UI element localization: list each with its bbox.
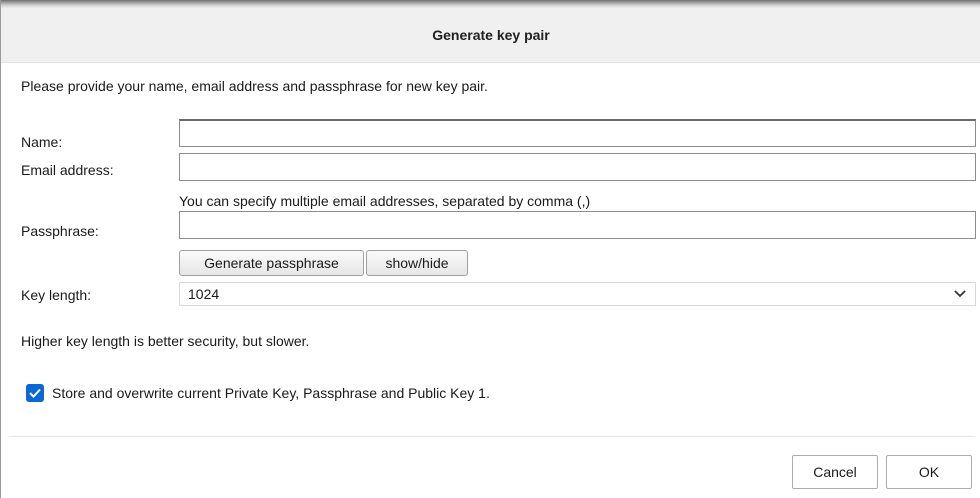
generate-key-pair-dialog: Generate key pair Please provide your na… — [0, 0, 980, 498]
name-field[interactable] — [179, 119, 976, 147]
key-length-select[interactable]: 1024 — [179, 282, 976, 306]
dialog-titlebar[interactable]: Generate key pair — [1, 8, 980, 63]
ok-button[interactable]: OK — [886, 455, 972, 489]
key-length-label: Key length: — [21, 287, 92, 303]
store-checkbox[interactable] — [26, 384, 44, 402]
cancel-button[interactable]: Cancel — [792, 455, 878, 489]
name-label: Name: — [21, 134, 63, 150]
passphrase-label: Passphrase: — [21, 223, 99, 239]
email-label: Email address: — [21, 162, 114, 178]
window-top-edge — [1, 0, 980, 8]
store-checkbox-label: Store and overwrite current Private Key,… — [52, 385, 490, 401]
intro-text: Please provide your name, email address … — [21, 78, 488, 94]
key-length-value: 1024 — [188, 286, 220, 302]
dialog-title: Generate key pair — [432, 27, 550, 43]
footer-divider — [9, 436, 975, 437]
passphrase-field[interactable] — [179, 211, 976, 239]
key-length-note: Higher key length is better security, bu… — [21, 333, 310, 349]
checkmark-icon — [29, 388, 41, 398]
store-option: Store and overwrite current Private Key,… — [26, 384, 490, 402]
chevron-down-icon — [953, 287, 967, 301]
show-hide-button[interactable]: show/hide — [366, 250, 468, 276]
generate-passphrase-button[interactable]: Generate passphrase — [179, 250, 364, 276]
email-hint: You can specify multiple email addresses… — [179, 193, 591, 209]
email-field[interactable] — [179, 153, 976, 181]
